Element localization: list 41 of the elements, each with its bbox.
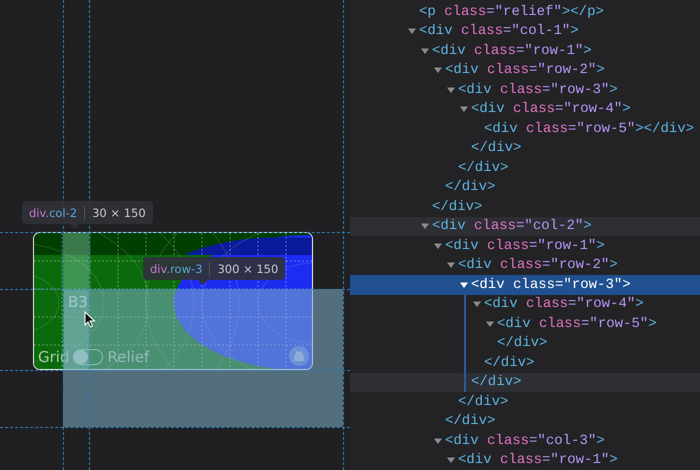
toggle-switch[interactable] xyxy=(73,349,104,365)
caret-icon[interactable] xyxy=(447,456,455,464)
cell-label: B3 xyxy=(68,293,88,311)
caret-icon[interactable] xyxy=(434,436,442,445)
dom-node-line[interactable]: <div class="row-5"></div> xyxy=(350,119,700,138)
dom-node-line[interactable]: <div class="row-2"> xyxy=(350,60,700,80)
toggle-label: Relief xyxy=(107,348,150,366)
dom-node-line[interactable]: <div class="col-1"> xyxy=(350,22,700,41)
caret-icon[interactable] xyxy=(421,46,429,55)
caret-icon[interactable] xyxy=(460,105,468,114)
caret-icon[interactable] xyxy=(486,320,494,328)
dom-node-line[interactable]: <div class="row-4"> xyxy=(350,294,700,314)
caret-icon[interactable] xyxy=(408,27,416,36)
dom-node-line[interactable]: </div> xyxy=(350,412,700,431)
dom-node-line[interactable]: </div> xyxy=(350,334,700,353)
caret-icon[interactable] xyxy=(460,280,468,289)
tooltip-pointer-icon xyxy=(198,280,208,285)
element-tooltip: div.col-2 30 × 150 xyxy=(22,201,153,224)
dom-node-line[interactable]: </div> xyxy=(350,392,700,412)
pointer-icon xyxy=(84,311,96,328)
caret-icon[interactable] xyxy=(421,222,429,230)
dom-node-line[interactable]: <div class="row-2"> xyxy=(350,256,700,275)
dom-node-line[interactable]: <div class="col-3"> xyxy=(350,431,700,450)
dom-node-line[interactable]: <div class="row-4"> xyxy=(350,100,700,119)
dom-node-line[interactable]: <div class="row-5"> xyxy=(350,314,700,334)
dom-node-line[interactable]: </div> xyxy=(350,353,700,372)
dom-node-line[interactable]: <div class="row-1"> xyxy=(350,41,700,60)
caret-icon[interactable] xyxy=(473,300,481,308)
dom-node-line[interactable]: <p class="relief"></p> xyxy=(350,2,700,22)
caret-icon[interactable] xyxy=(434,66,442,74)
caret-icon[interactable] xyxy=(447,86,455,94)
dom-node-line[interactable]: </div> xyxy=(350,158,700,178)
dom-node-line[interactable]: </div> xyxy=(350,138,700,158)
caret-icon[interactable] xyxy=(447,261,455,270)
dom-node-line[interactable]: <div class="row-1"> xyxy=(350,450,700,470)
dom-node-line[interactable]: </div> xyxy=(350,178,700,197)
dom-node-line[interactable]: <div class="row-1"> xyxy=(350,236,700,256)
caret-icon[interactable] xyxy=(434,242,442,250)
element-tooltip: div.row-3 300 × 150 xyxy=(143,257,286,280)
dom-node-line[interactable]: <div class="row-3"> xyxy=(350,80,700,100)
dom-node-line[interactable]: </div> xyxy=(350,197,700,216)
